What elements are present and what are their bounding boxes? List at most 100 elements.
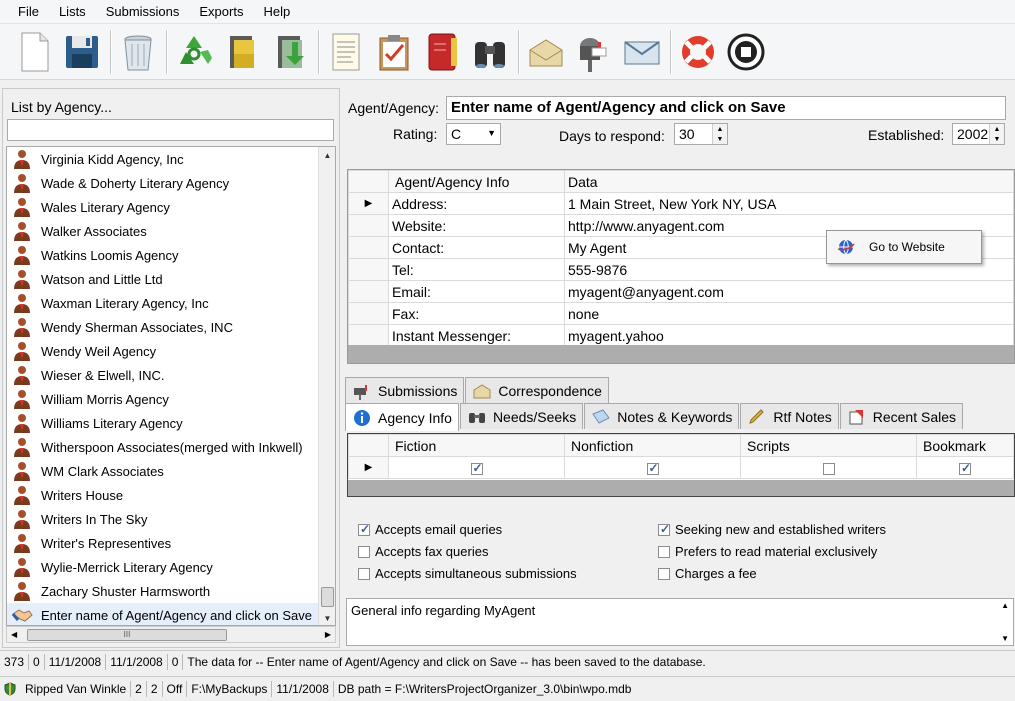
fiction-cell[interactable] [388, 456, 565, 479]
tab-correspondence[interactable]: Correspondence [465, 377, 609, 403]
option-checkbox-row[interactable]: Accepts fax queries [358, 544, 488, 559]
new-document-icon[interactable] [14, 29, 54, 75]
option-checkbox[interactable] [358, 545, 370, 558]
info-field-cell[interactable]: Instant Messenger: [388, 324, 565, 347]
agency-list-item[interactable]: Writers In The Sky [7, 507, 335, 531]
agency-list-item[interactable]: Enter name of Agent/Agency and click on … [7, 603, 335, 625]
row-selector[interactable]: ▶ [348, 456, 389, 479]
nonfiction-cell[interactable] [564, 456, 741, 479]
info-field-cell[interactable]: Tel: [388, 258, 565, 281]
envelope-icon[interactable] [526, 29, 566, 75]
agency-list-item[interactable]: Williams Literary Agency [7, 411, 335, 435]
menu-file[interactable]: File [8, 4, 49, 19]
established-stepper[interactable]: 2002 ▲ ▼ [952, 123, 1005, 145]
info-field-cell[interactable]: Fax: [388, 302, 565, 325]
agency-list-item[interactable]: Virginia Kidd Agency, Inc [7, 147, 335, 171]
option-checkbox-row[interactable]: Accepts email queries [358, 522, 502, 537]
agency-list-item[interactable]: Watkins Loomis Agency [7, 243, 335, 267]
agency-list-item[interactable]: Waxman Literary Agency, Inc [7, 291, 335, 315]
context-menu-go-to-website[interactable]: Go to Website [826, 230, 982, 264]
option-checkbox-row[interactable]: Seeking new and established writers [658, 522, 886, 537]
trash-bin-icon[interactable] [118, 29, 158, 75]
folder-open-icon[interactable] [222, 29, 262, 75]
mail-send-icon[interactable] [622, 29, 662, 75]
agency-list-scrollbar[interactable]: ▲ ▼ [318, 147, 335, 625]
option-checkbox[interactable] [658, 545, 670, 558]
row-selector[interactable]: ▶ [348, 192, 389, 215]
tab-needs-seeks[interactable]: Needs/Seeks [459, 403, 584, 429]
row-selector[interactable] [348, 236, 389, 259]
binoculars-icon[interactable] [470, 29, 510, 75]
lifebuoy-help-icon[interactable] [678, 29, 718, 75]
agency-list-item[interactable]: Writer's Representives [7, 531, 335, 555]
menu-lists[interactable]: Lists [49, 4, 96, 19]
scripts-cell[interactable] [740, 456, 917, 479]
row-selector[interactable] [348, 302, 389, 325]
agency-search-input[interactable] [7, 119, 334, 141]
fiction-checkbox[interactable] [470, 461, 483, 475]
menu-help[interactable]: Help [253, 4, 300, 19]
option-checkbox-row[interactable]: Prefers to read material exclusively [658, 544, 877, 559]
save-disk-icon[interactable] [62, 29, 102, 75]
scroll-down-arrow[interactable]: ▼ [1001, 634, 1009, 643]
menu-exports[interactable]: Exports [189, 4, 253, 19]
agency-list-item[interactable]: Wendy Sherman Associates, INC [7, 315, 335, 339]
agency-list-item[interactable]: Witherspoon Associates(merged with Inkwe… [7, 435, 335, 459]
agency-list-hscrollbar[interactable]: ◀ III ▶ [6, 626, 336, 643]
column-header[interactable]: Scripts [740, 434, 917, 457]
agency-list-item[interactable]: Wylie-Merrick Literary Agency [7, 555, 335, 579]
general-info-textarea[interactable]: General info regarding MyAgent ▲ ▼ [346, 598, 1014, 646]
option-checkbox-row[interactable]: Charges a fee [658, 566, 757, 581]
bookmark-checkbox[interactable] [959, 461, 971, 475]
agent-name-input[interactable]: Enter name of Agent/Agency and click on … [446, 96, 1006, 120]
scroll-down-arrow[interactable]: ▼ [319, 610, 335, 625]
info-field-cell[interactable]: Contact: [388, 236, 565, 259]
info-field-cell[interactable]: Address: [388, 192, 565, 215]
option-checkbox[interactable] [358, 522, 370, 536]
bookmark-cell[interactable] [916, 456, 1014, 479]
nonfiction-checkbox[interactable] [646, 461, 659, 475]
row-selector[interactable] [348, 258, 389, 281]
agency-list-item[interactable]: Watson and Little Ltd [7, 267, 335, 291]
stop-exit-icon[interactable] [726, 29, 766, 75]
agency-list-item[interactable]: Writers House [7, 483, 335, 507]
info-value-cell[interactable]: myagent@anyagent.com [564, 280, 1014, 303]
scroll-right-arrow[interactable]: ▶ [325, 630, 331, 639]
stepper-arrows[interactable]: ▲ ▼ [712, 124, 727, 144]
info-value-cell[interactable]: none [564, 302, 1014, 325]
rating-select[interactable]: C ▼ [446, 123, 501, 145]
row-selector[interactable] [348, 280, 389, 303]
row-selector[interactable] [348, 324, 389, 347]
column-header[interactable]: Nonfiction [564, 434, 741, 457]
tab-notes-keywords[interactable]: Notes & Keywords [584, 403, 740, 429]
option-checkbox-row[interactable]: Accepts simultaneous submissions [358, 566, 577, 581]
scroll-left-arrow[interactable]: ◀ [11, 630, 17, 639]
hscroll-thumb[interactable]: III [27, 629, 227, 641]
tab-agency-info[interactable]: Agency Info [345, 403, 459, 431]
agency-list-item[interactable]: William Morris Agency [7, 387, 335, 411]
info-field-cell[interactable]: Email: [388, 280, 565, 303]
option-checkbox[interactable] [658, 522, 670, 536]
agency-list-item[interactable]: Wieser & Elwell, INC. [7, 363, 335, 387]
option-checkbox[interactable] [358, 567, 370, 580]
scroll-thumb[interactable] [321, 587, 334, 607]
agency-list-item[interactable]: Zachary Shuster Harmsworth [7, 579, 335, 603]
import-folder-icon[interactable] [270, 29, 310, 75]
info-value-cell[interactable]: myagent.yahoo [564, 324, 1014, 347]
agency-list-item[interactable]: Wendy Weil Agency [7, 339, 335, 363]
menu-submissions[interactable]: Submissions [96, 4, 190, 19]
tab-recent-sales[interactable]: Recent Sales [839, 403, 964, 429]
mailbox-icon[interactable] [574, 29, 614, 75]
tab-submissions[interactable]: Submissions [345, 377, 465, 403]
scroll-up-arrow[interactable]: ▲ [319, 147, 335, 164]
agency-list-item[interactable]: Wales Literary Agency [7, 195, 335, 219]
scripts-checkbox[interactable] [822, 462, 835, 475]
address-book-icon[interactable] [422, 29, 462, 75]
info-field-cell[interactable]: Website: [388, 214, 565, 237]
stepper-arrows[interactable]: ▲ ▼ [989, 124, 1004, 144]
agency-list-item[interactable]: WM Clark Associates [7, 459, 335, 483]
row-selector[interactable] [348, 214, 389, 237]
clipboard-check-icon[interactable] [374, 29, 414, 75]
column-header[interactable]: Data [564, 170, 1014, 193]
recycle-icon[interactable] [174, 29, 214, 75]
